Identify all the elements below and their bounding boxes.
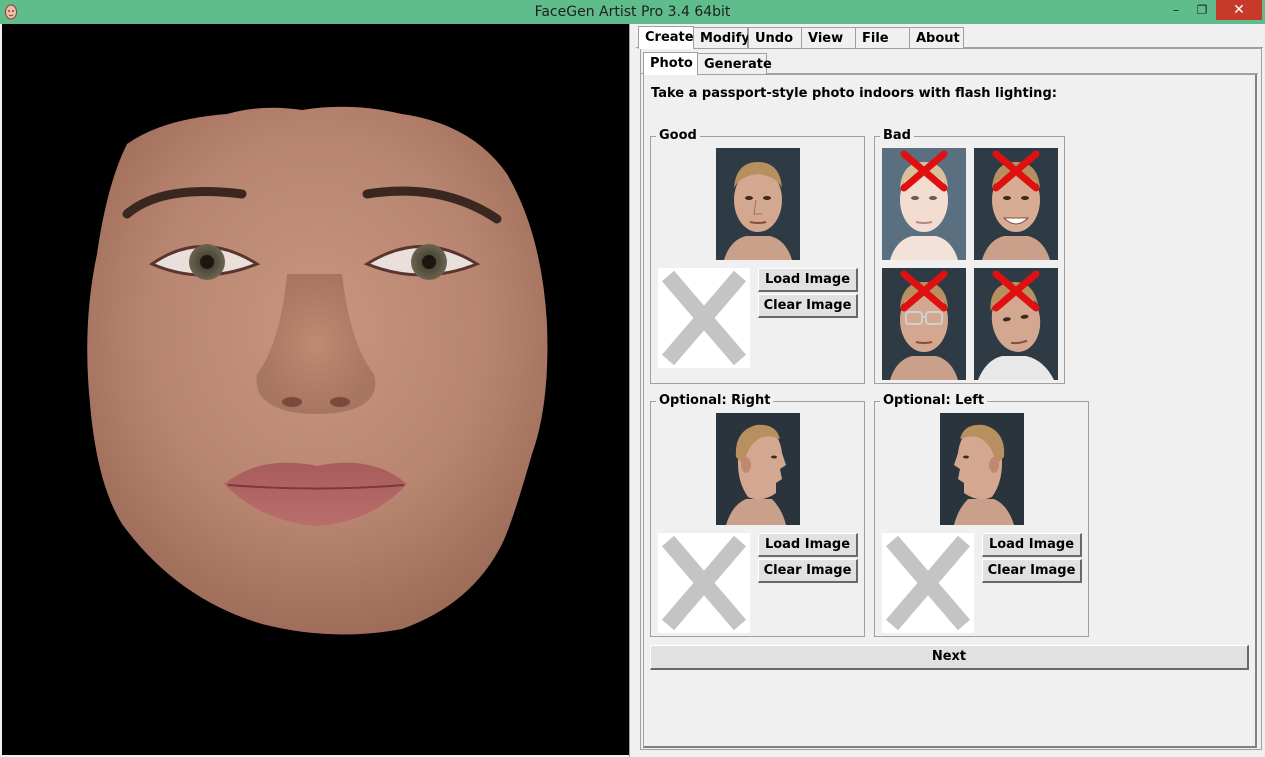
optional-right-group-label: Optional: Right <box>656 393 774 409</box>
face-viewport[interactable] <box>2 24 629 755</box>
optional-left-group-label: Optional: Left <box>880 393 988 409</box>
bad-example-photo-overexposed <box>882 148 966 260</box>
tab-modify[interactable]: Modify <box>693 27 750 49</box>
bad-example-photo-smiling <box>974 148 1058 260</box>
minimize-button[interactable]: – <box>1163 0 1189 20</box>
optional-right-group: Optional: Right Load Image Clear Image <box>650 393 865 637</box>
right-profile-example-photo <box>716 413 800 525</box>
tab-about[interactable]: About <box>909 27 964 49</box>
title-bar: FaceGen Artist Pro 3.4 64bit – ❐ ✕ <box>0 0 1265 24</box>
tab-file[interactable]: File <box>855 27 910 49</box>
bad-group: Bad <box>874 128 1065 384</box>
bad-example-photo-tilted <box>974 268 1058 380</box>
empty-image-x-icon <box>885 535 971 631</box>
tab-view[interactable]: View <box>801 27 856 49</box>
right-load-image-button[interactable]: Load Image <box>758 533 858 557</box>
next-button[interactable]: Next <box>650 645 1249 670</box>
left-load-image-button[interactable]: Load Image <box>982 533 1082 557</box>
bad-group-label: Bad <box>880 128 914 144</box>
tab-undo[interactable]: Undo <box>748 27 802 49</box>
tab-generate[interactable]: Generate <box>697 53 772 75</box>
window-title: FaceGen Artist Pro 3.4 64bit <box>534 4 731 20</box>
left-image-placeholder <box>882 533 974 633</box>
maximize-button[interactable]: ❐ <box>1189 0 1215 20</box>
splitter[interactable] <box>629 24 635 757</box>
tab-photo[interactable]: Photo <box>643 52 698 75</box>
empty-image-x-icon <box>661 535 747 631</box>
instruction-text: Take a passport-style photo indoors with… <box>651 86 1057 101</box>
good-clear-image-button[interactable]: Clear Image <box>758 294 858 318</box>
tab-create[interactable]: Create <box>638 26 694 49</box>
good-image-placeholder <box>658 268 750 368</box>
good-group-label: Good <box>656 128 700 144</box>
good-example-photo <box>716 148 800 260</box>
face-render <box>87 106 548 635</box>
left-profile-example-photo <box>940 413 1024 525</box>
left-clear-image-button[interactable]: Clear Image <box>982 559 1082 583</box>
optional-left-group: Optional: Left Load Image Clear Image <box>874 393 1089 637</box>
empty-image-x-icon <box>661 270 747 366</box>
right-image-placeholder <box>658 533 750 633</box>
close-button[interactable]: ✕ <box>1216 0 1262 20</box>
good-group: Good Load Image Clear Image <box>650 128 865 384</box>
good-load-image-button[interactable]: Load Image <box>758 268 858 292</box>
right-clear-image-button[interactable]: Clear Image <box>758 559 858 583</box>
bad-example-photo-glasses <box>882 268 966 380</box>
